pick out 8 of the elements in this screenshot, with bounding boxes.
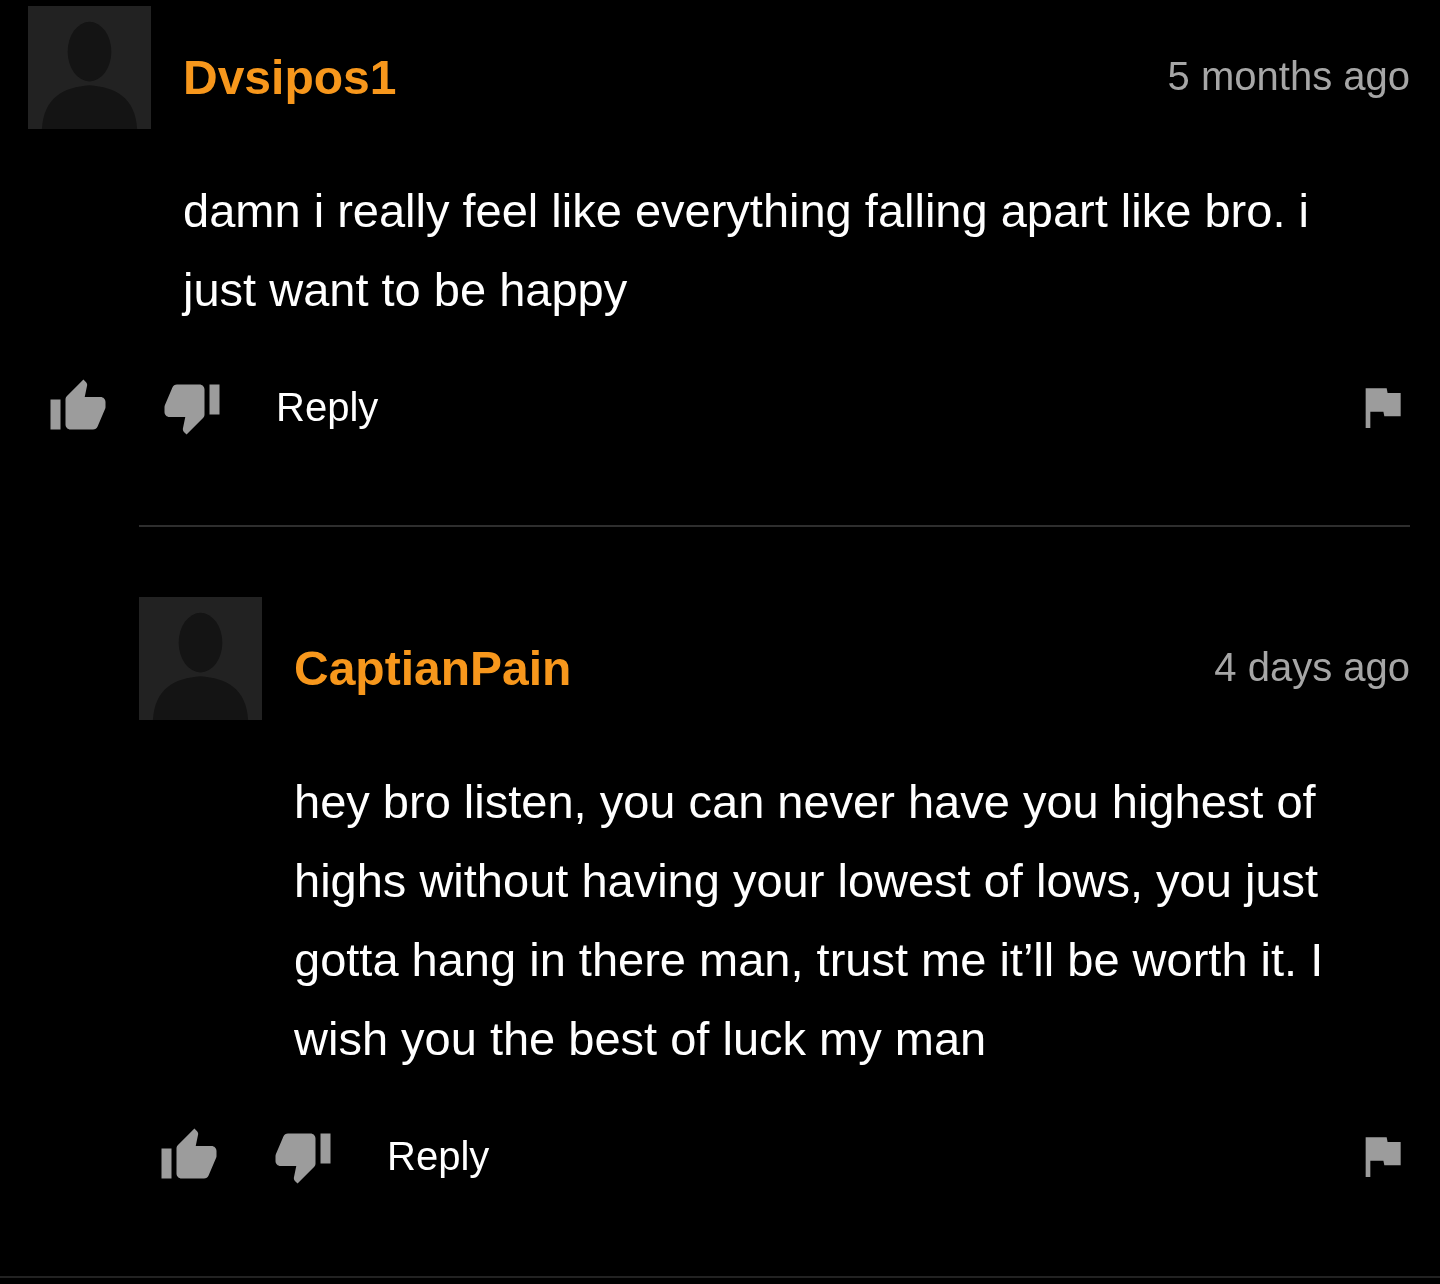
timestamp: 5 months ago (1167, 54, 1410, 99)
username[interactable]: CaptianPain (294, 641, 1215, 696)
reply-button[interactable]: Reply (387, 1133, 490, 1179)
comment-text: damn i really feel like everything falling apart like bro. i just want to be happy (183, 183, 1310, 318)
reply-button[interactable]: Reply (276, 384, 379, 430)
username[interactable]: Dvsipos1 (183, 50, 1168, 105)
comment-text: hey bro listen, you can never have you highest of highs without having your lowest of lows, you just gotta hang in there man, trust me it’ll be worth it. I wish you the best of luck my man (294, 774, 1325, 1067)
timestamp: 4 days ago (1214, 645, 1410, 690)
